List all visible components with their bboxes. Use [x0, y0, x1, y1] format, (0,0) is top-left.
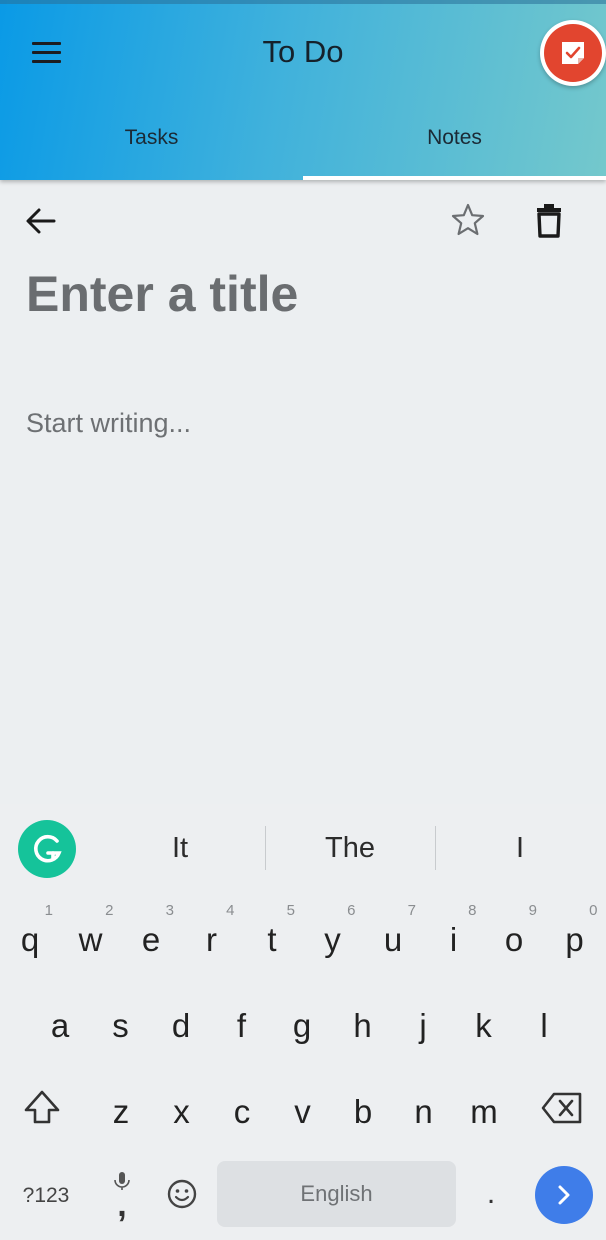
key-letter: y	[324, 921, 341, 958]
key-r[interactable]: r4	[183, 894, 241, 970]
todo-app-logo-icon[interactable]	[540, 20, 606, 86]
key-letter: s	[112, 1007, 129, 1044]
suggestion-word[interactable]: It	[105, 826, 255, 870]
key-hint: 4	[226, 902, 235, 919]
key-letter: w	[78, 921, 103, 958]
key-letter: d	[171, 1007, 191, 1044]
key-p[interactable]: p0	[546, 894, 604, 970]
shift-arrow-icon[interactable]	[18, 1086, 66, 1130]
enter-key[interactable]	[535, 1166, 593, 1224]
key-letter: v	[294, 1093, 311, 1130]
key-hint: 9	[528, 902, 537, 919]
key-v[interactable]: v	[274, 1066, 332, 1142]
key-hint: 6	[347, 902, 356, 919]
key-a[interactable]: a	[31, 980, 89, 1056]
backspace-icon[interactable]	[540, 1088, 586, 1128]
key-letter: a	[50, 1007, 70, 1044]
key-m[interactable]: m	[455, 1066, 513, 1142]
suggestion-bar: It The I	[0, 804, 606, 892]
arrow-left-icon[interactable]	[22, 202, 60, 240]
key-hint: 3	[165, 902, 174, 919]
trash-icon[interactable]	[530, 200, 568, 240]
tab-notes[interactable]: Notes	[303, 104, 606, 176]
key-letter: l	[540, 1007, 548, 1044]
suggestion-word[interactable]: The	[275, 826, 425, 870]
key-s[interactable]: s	[92, 980, 150, 1056]
key-hint: 2	[105, 902, 114, 919]
key-q[interactable]: q1	[1, 894, 59, 970]
key-letter: j	[419, 1007, 427, 1044]
key-g[interactable]: g	[273, 980, 331, 1056]
key-h[interactable]: h	[334, 980, 392, 1056]
key-letter: e	[141, 921, 161, 958]
note-title-input[interactable]	[26, 258, 566, 330]
key-hint: 0	[589, 902, 598, 919]
key-w[interactable]: w2	[62, 894, 120, 970]
chevron-right-icon	[558, 1185, 570, 1205]
key-l[interactable]: l	[515, 980, 573, 1056]
key-letter: b	[353, 1093, 373, 1130]
app-header: To Do Tasks Notes	[0, 0, 606, 180]
suggestion-word[interactable]: I	[445, 826, 595, 870]
key-o[interactable]: o9	[485, 894, 543, 970]
key-letter: x	[173, 1093, 190, 1130]
voice-comma-key[interactable]: ,	[98, 1170, 146, 1226]
header-top-line	[0, 0, 606, 4]
key-letter: z	[112, 1093, 130, 1130]
key-letter: i	[449, 921, 458, 958]
key-y[interactable]: y6	[304, 894, 362, 970]
key-letter: g	[292, 1007, 312, 1044]
soft-keyboard: It The I q1w2e3r4t5y6u7i8o9p0asdfghjklzx…	[0, 804, 606, 1240]
key-letter: c	[233, 1093, 251, 1130]
key-f[interactable]: f	[213, 980, 271, 1056]
key-letter: m	[470, 1093, 498, 1130]
key-i[interactable]: i8	[425, 894, 483, 970]
key-letter: u	[383, 921, 403, 958]
space-key[interactable]: English	[217, 1161, 456, 1227]
key-letter: h	[353, 1007, 372, 1044]
note-body-input[interactable]	[26, 408, 581, 778]
key-letter: t	[267, 921, 277, 958]
key-t[interactable]: t5	[243, 894, 301, 970]
grammarly-icon[interactable]	[18, 820, 76, 878]
key-n[interactable]: n	[395, 1066, 453, 1142]
key-e[interactable]: e3	[122, 894, 180, 970]
tab-tasks[interactable]: Tasks	[0, 104, 303, 176]
key-letter: o	[504, 921, 524, 958]
key-hint: 5	[286, 902, 295, 919]
key-b[interactable]: b	[334, 1066, 392, 1142]
key-c[interactable]: c	[213, 1066, 271, 1142]
key-x[interactable]: x	[153, 1066, 211, 1142]
app-title: To Do	[262, 34, 344, 69]
key-letter: p	[565, 921, 584, 958]
period-key[interactable]: .	[470, 1172, 512, 1216]
comma-label: ,	[117, 1186, 127, 1224]
suggestion-divider	[265, 826, 266, 870]
key-letter: k	[475, 1007, 492, 1044]
emoji-icon[interactable]	[160, 1172, 204, 1216]
tab-indicator	[303, 176, 606, 180]
key-hint: 7	[407, 902, 416, 919]
key-d[interactable]: d	[152, 980, 210, 1056]
key-letter: n	[414, 1093, 433, 1130]
key-k[interactable]: k	[455, 980, 513, 1056]
key-j[interactable]: j	[394, 980, 452, 1056]
star-outline-icon[interactable]	[448, 200, 488, 240]
key-hint: 1	[44, 902, 53, 919]
key-hint: 8	[468, 902, 477, 919]
key-u[interactable]: u7	[364, 894, 422, 970]
symbols-key[interactable]: ?123	[8, 1176, 84, 1216]
key-letter: f	[236, 1007, 247, 1044]
key-letter: q	[20, 921, 40, 958]
suggestion-divider	[435, 826, 436, 870]
key-z[interactable]: z	[92, 1066, 150, 1142]
key-letter: r	[206, 921, 217, 958]
